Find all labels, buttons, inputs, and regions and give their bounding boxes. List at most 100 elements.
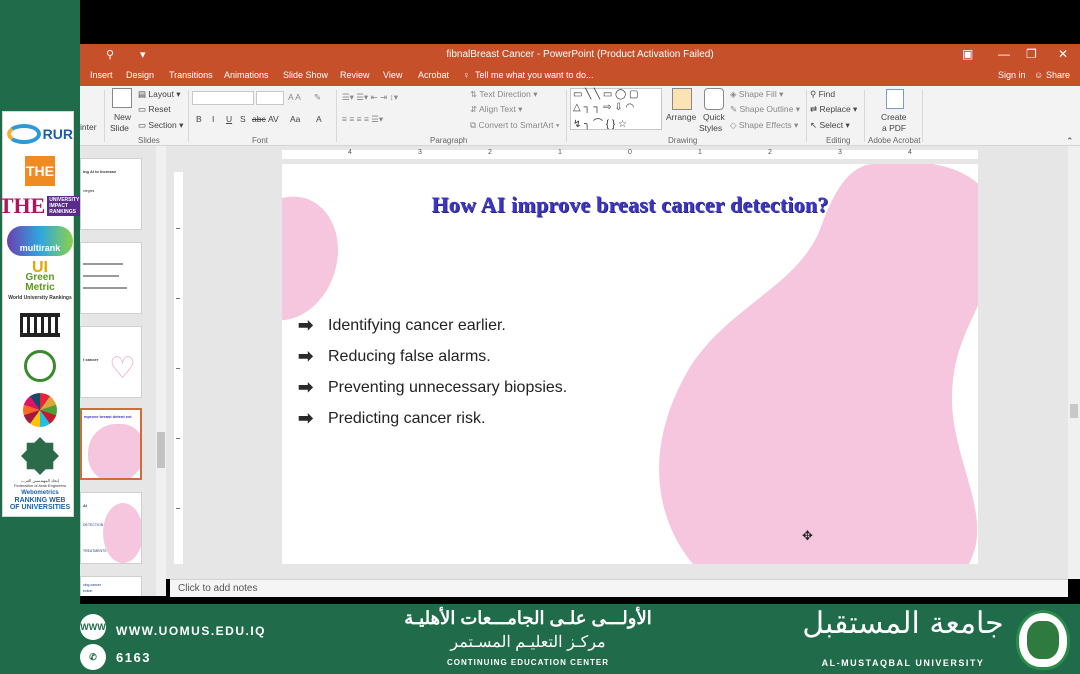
shapes-row-1[interactable]: ▭ ╲ ╲ ▭ ◯ ▢: [573, 89, 638, 100]
tab-animations[interactable]: Animations: [224, 70, 269, 80]
arabic-slogan: الأولـــى علـى الجامـــعات الأهليـة: [404, 608, 652, 628]
replace-button[interactable]: ⇄ Replace ▾: [810, 104, 857, 115]
new-slide-label[interactable]: Slide: [110, 123, 129, 133]
new-slide-button[interactable]: New: [114, 112, 131, 122]
divider: [806, 90, 807, 142]
slide-title[interactable]: How AI improve breast cancer detection?: [282, 192, 978, 218]
minimize-icon[interactable]: —: [998, 47, 1010, 61]
layout-button[interactable]: ▤ Layout ▾: [138, 89, 181, 100]
char-spacing-button[interactable]: AV: [268, 114, 279, 124]
reset-button[interactable]: ▭ Reset: [138, 104, 171, 115]
divider: [104, 90, 105, 142]
slide-thumbnails-pane: ing AI to increase ntegies t cancer ♡ mp…: [80, 146, 166, 596]
bullet-item[interactable]: ➡ Reducing false alarms.: [298, 341, 567, 372]
shapes-row-2[interactable]: △ ┐ ┐ ⇨ ⇩ ◠: [573, 102, 634, 113]
bullet-list[interactable]: ➡ Identifying cancer earlier. ➡ Reducing f…: [298, 310, 567, 434]
find-button[interactable]: ⚲ Find: [810, 89, 835, 100]
close-icon[interactable]: ✕: [1058, 47, 1068, 61]
webometrics-logo: Webometrics RANKING WEB OF UNIVERSITIES: [9, 489, 71, 511]
tab-transitions[interactable]: Transitions: [169, 70, 213, 80]
university-banner: WWW ✆ WWW.UOMUS.EDU.IQ 6163 الأولـــى عل…: [0, 604, 1080, 674]
federation-caption: إتحاد المهندسين العرب Federation of Arab…: [13, 478, 67, 488]
tab-review[interactable]: Review: [340, 70, 370, 80]
convert-smartart-button[interactable]: ⧉ Convert to SmartArt ▾: [470, 120, 559, 131]
ribbon-tabs: Insert Design Transitions Animations Sli…: [80, 66, 1080, 86]
shape-effects-button[interactable]: ◇ Shape Effects ▾: [730, 120, 798, 131]
italic-button[interactable]: I: [212, 114, 214, 124]
slide-thumbnail-3[interactable]: t cancer ♡: [80, 326, 142, 398]
thumbnails-scrollbar[interactable]: [156, 146, 166, 596]
current-slide[interactable]: How AI improve breast cancer detection? …: [282, 164, 978, 564]
move-cursor-icon: ✥: [802, 528, 813, 543]
align-icons[interactable]: ≡ ≡ ≡ ≡ ☰▾: [342, 114, 383, 125]
quick-styles-icon[interactable]: [704, 88, 724, 110]
bullet-item[interactable]: ➡ Predicting cancer risk.: [298, 403, 567, 434]
group-editing: Editing: [826, 136, 851, 145]
slide-thumbnail-6[interactable]: ving cancer ection: [80, 576, 142, 596]
slide-thumbnail-1[interactable]: ing AI to increase ntegies: [80, 158, 142, 230]
bullets-icon[interactable]: ☰▾ ☰▾ ⇤ ⇥ ↕▾: [342, 92, 398, 103]
wreath-logo: [7, 348, 73, 384]
group-font: Font: [252, 136, 269, 145]
new-slide-icon[interactable]: [112, 88, 132, 108]
restore-icon[interactable]: ❐: [1026, 47, 1037, 61]
font-name-box[interactable]: [192, 91, 254, 105]
tab-view[interactable]: View: [383, 70, 402, 80]
font-color-button[interactable]: A: [316, 114, 322, 124]
arabic-center-name: مركـز التعليـم المسـتمر: [450, 634, 606, 651]
ribbon-home: inter New Slide ▤ Layout ▾ ▭ Reset ▭ Sec…: [80, 86, 1080, 146]
slide-thumbnail-2[interactable]: [80, 242, 142, 314]
create-pdf-label[interactable]: a PDF: [882, 123, 906, 133]
quick-styles-button[interactable]: Quick: [703, 112, 725, 122]
underline-button[interactable]: U: [226, 114, 232, 124]
font-size-box[interactable]: [256, 91, 284, 105]
greenmetric-logo: UI Green Metric World University Ranking…: [8, 259, 72, 302]
notes-placeholder: Click to add notes: [178, 583, 258, 594]
thumb-pink-blob: [103, 503, 141, 563]
bullet-item[interactable]: ➡ Identifying cancer earlier.: [298, 310, 567, 341]
tell-me-box[interactable]: Tell me what you want to do...: [475, 70, 594, 80]
create-pdf-icon[interactable]: [886, 89, 904, 109]
shape-outline-button[interactable]: ✎ Shape Outline ▾: [730, 104, 800, 115]
create-pdf-button[interactable]: Create: [881, 112, 907, 122]
shape-fill-button[interactable]: ◈ Shape Fill ▾: [730, 89, 783, 100]
grow-font-icon[interactable]: A A: [288, 92, 301, 102]
align-text-button[interactable]: ⇵ Align Text ▾: [470, 104, 522, 115]
tab-insert[interactable]: Insert: [90, 70, 113, 80]
arrow-right-icon: ➡: [298, 377, 314, 397]
ribbon-display-icon[interactable]: ▣: [962, 47, 973, 61]
slide-scroll-thumb[interactable]: [1070, 404, 1078, 418]
slide-thumbnail-4-selected[interactable]: mprove breast deteot ext: [80, 408, 142, 480]
slide-scrollbar[interactable]: [1068, 146, 1080, 579]
strikethrough-button[interactable]: abc: [252, 114, 266, 124]
multirank-logo: multirank: [7, 224, 73, 258]
arrange-button[interactable]: Arrange: [666, 112, 696, 122]
slide-thumbnail-5[interactable]: AI DETECTION TREATMENTS: [80, 492, 142, 564]
rur-eye-icon: [7, 124, 41, 144]
clear-format-icon[interactable]: ✎: [314, 92, 321, 103]
arrange-icon[interactable]: [672, 88, 692, 110]
tab-acrobat[interactable]: Acrobat: [418, 70, 449, 80]
notes-pane[interactable]: Click to add notes: [170, 579, 1068, 597]
text-direction-button[interactable]: ⇅ Text Direction ▾: [470, 89, 537, 100]
group-adobe-acrobat: Adobe Acrobat: [868, 136, 921, 145]
tab-design[interactable]: Design: [126, 70, 154, 80]
phone-icon: ✆: [80, 644, 106, 670]
shapes-row-3[interactable]: ↯ ╮ ⌒ { } ☆: [573, 115, 627, 130]
bold-button[interactable]: B: [196, 114, 202, 124]
shadow-button[interactable]: S: [240, 114, 246, 124]
change-case-button[interactable]: Aa: [290, 114, 300, 124]
select-button[interactable]: ↖ Select ▾: [810, 120, 850, 131]
thumbnails-scroll-thumb[interactable]: [157, 432, 165, 468]
pillars-logo: [7, 310, 73, 340]
sign-in-link[interactable]: Sign in: [998, 70, 1026, 80]
painter-label[interactable]: inter: [80, 122, 97, 132]
university-name-en: AL-MUSTAQBAL UNIVERSITY: [821, 658, 985, 668]
quick-styles-label[interactable]: Styles: [699, 123, 722, 133]
person-icon: ☺: [1034, 70, 1044, 80]
bullet-item[interactable]: ➡ Preventing unnecessary biopsies.: [298, 372, 567, 403]
share-button[interactable]: Share: [1046, 70, 1070, 80]
section-button[interactable]: ▭ Section ▾: [138, 120, 183, 131]
the-logo: THE: [7, 156, 73, 186]
tab-slide-show[interactable]: Slide Show: [283, 70, 328, 80]
